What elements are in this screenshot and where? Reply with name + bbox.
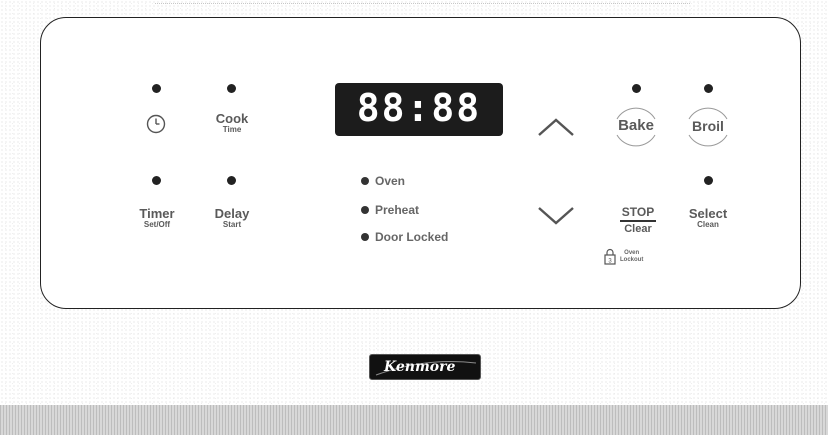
control-panel (40, 17, 801, 309)
timer-label: Timer (139, 206, 175, 221)
chevron-up-icon[interactable] (536, 116, 576, 138)
stop-underline (620, 220, 656, 222)
broil-button[interactable]: Broil (684, 100, 732, 154)
time-display: 88:88 (335, 83, 503, 136)
logo-text: Kenmore (384, 359, 456, 375)
timer-sublabel: Set/Off (143, 220, 171, 229)
kenmore-logo: Kenmore (369, 354, 481, 380)
timer-button[interactable]: Timer Set/Off (134, 207, 180, 229)
door-locked-status-dot (361, 233, 369, 241)
clock-button[interactable] (136, 104, 176, 144)
cook-time-button[interactable]: Cook Time (210, 112, 254, 134)
oven-lockout-label: Oven Lockout (620, 250, 643, 264)
lockout-line1: Oven (624, 250, 640, 256)
broil-indicator-dot (704, 84, 713, 93)
delay-indicator-dot (227, 176, 236, 185)
status-oven: Oven (361, 175, 405, 187)
status-door-locked: Door Locked (361, 231, 448, 243)
status-preheat: Preheat (361, 204, 419, 216)
broil-label-wrap: Broil (684, 119, 732, 133)
select-label: Select (688, 206, 728, 221)
stop-clear-button[interactable]: STOP Clear (616, 206, 660, 235)
cook-time-indicator-dot (227, 84, 236, 93)
clock-indicator-dot (152, 84, 161, 93)
clear-label: Clear (624, 223, 652, 235)
broil-label: Broil (692, 118, 724, 134)
bake-label: Bake (618, 117, 654, 134)
bake-label-wrap: Bake (612, 118, 660, 133)
delay-start-button[interactable]: Delay Start (209, 207, 255, 229)
lockout-line2: Lockout (620, 256, 644, 263)
select-indicator-dot (704, 176, 713, 185)
stop-label: STOP (621, 205, 655, 219)
top-trim-line (155, 3, 690, 4)
cook-time-label: Cook (215, 111, 249, 126)
clean-sublabel: Clean (697, 220, 719, 229)
status-door-locked-label: Door Locked (375, 230, 449, 244)
cook-time-sublabel: Time (222, 125, 242, 134)
bake-button[interactable]: Bake (612, 100, 660, 154)
bottom-trim-band (0, 405, 828, 435)
padlock-icon: 3 (604, 248, 616, 265)
status-oven-label: Oven (375, 174, 406, 188)
time-display-digits: 88:88 (356, 86, 482, 130)
delay-label: Delay (214, 206, 250, 221)
timer-indicator-dot (152, 176, 161, 185)
delay-sublabel: Start (222, 220, 242, 229)
oven-status-dot (361, 177, 369, 185)
status-preheat-label: Preheat (375, 203, 420, 217)
bake-indicator-dot (632, 84, 641, 93)
preheat-status-dot (361, 206, 369, 214)
clock-icon (146, 114, 166, 134)
chevron-down-icon[interactable] (536, 205, 576, 227)
select-clean-button[interactable]: Select Clean (684, 207, 732, 229)
